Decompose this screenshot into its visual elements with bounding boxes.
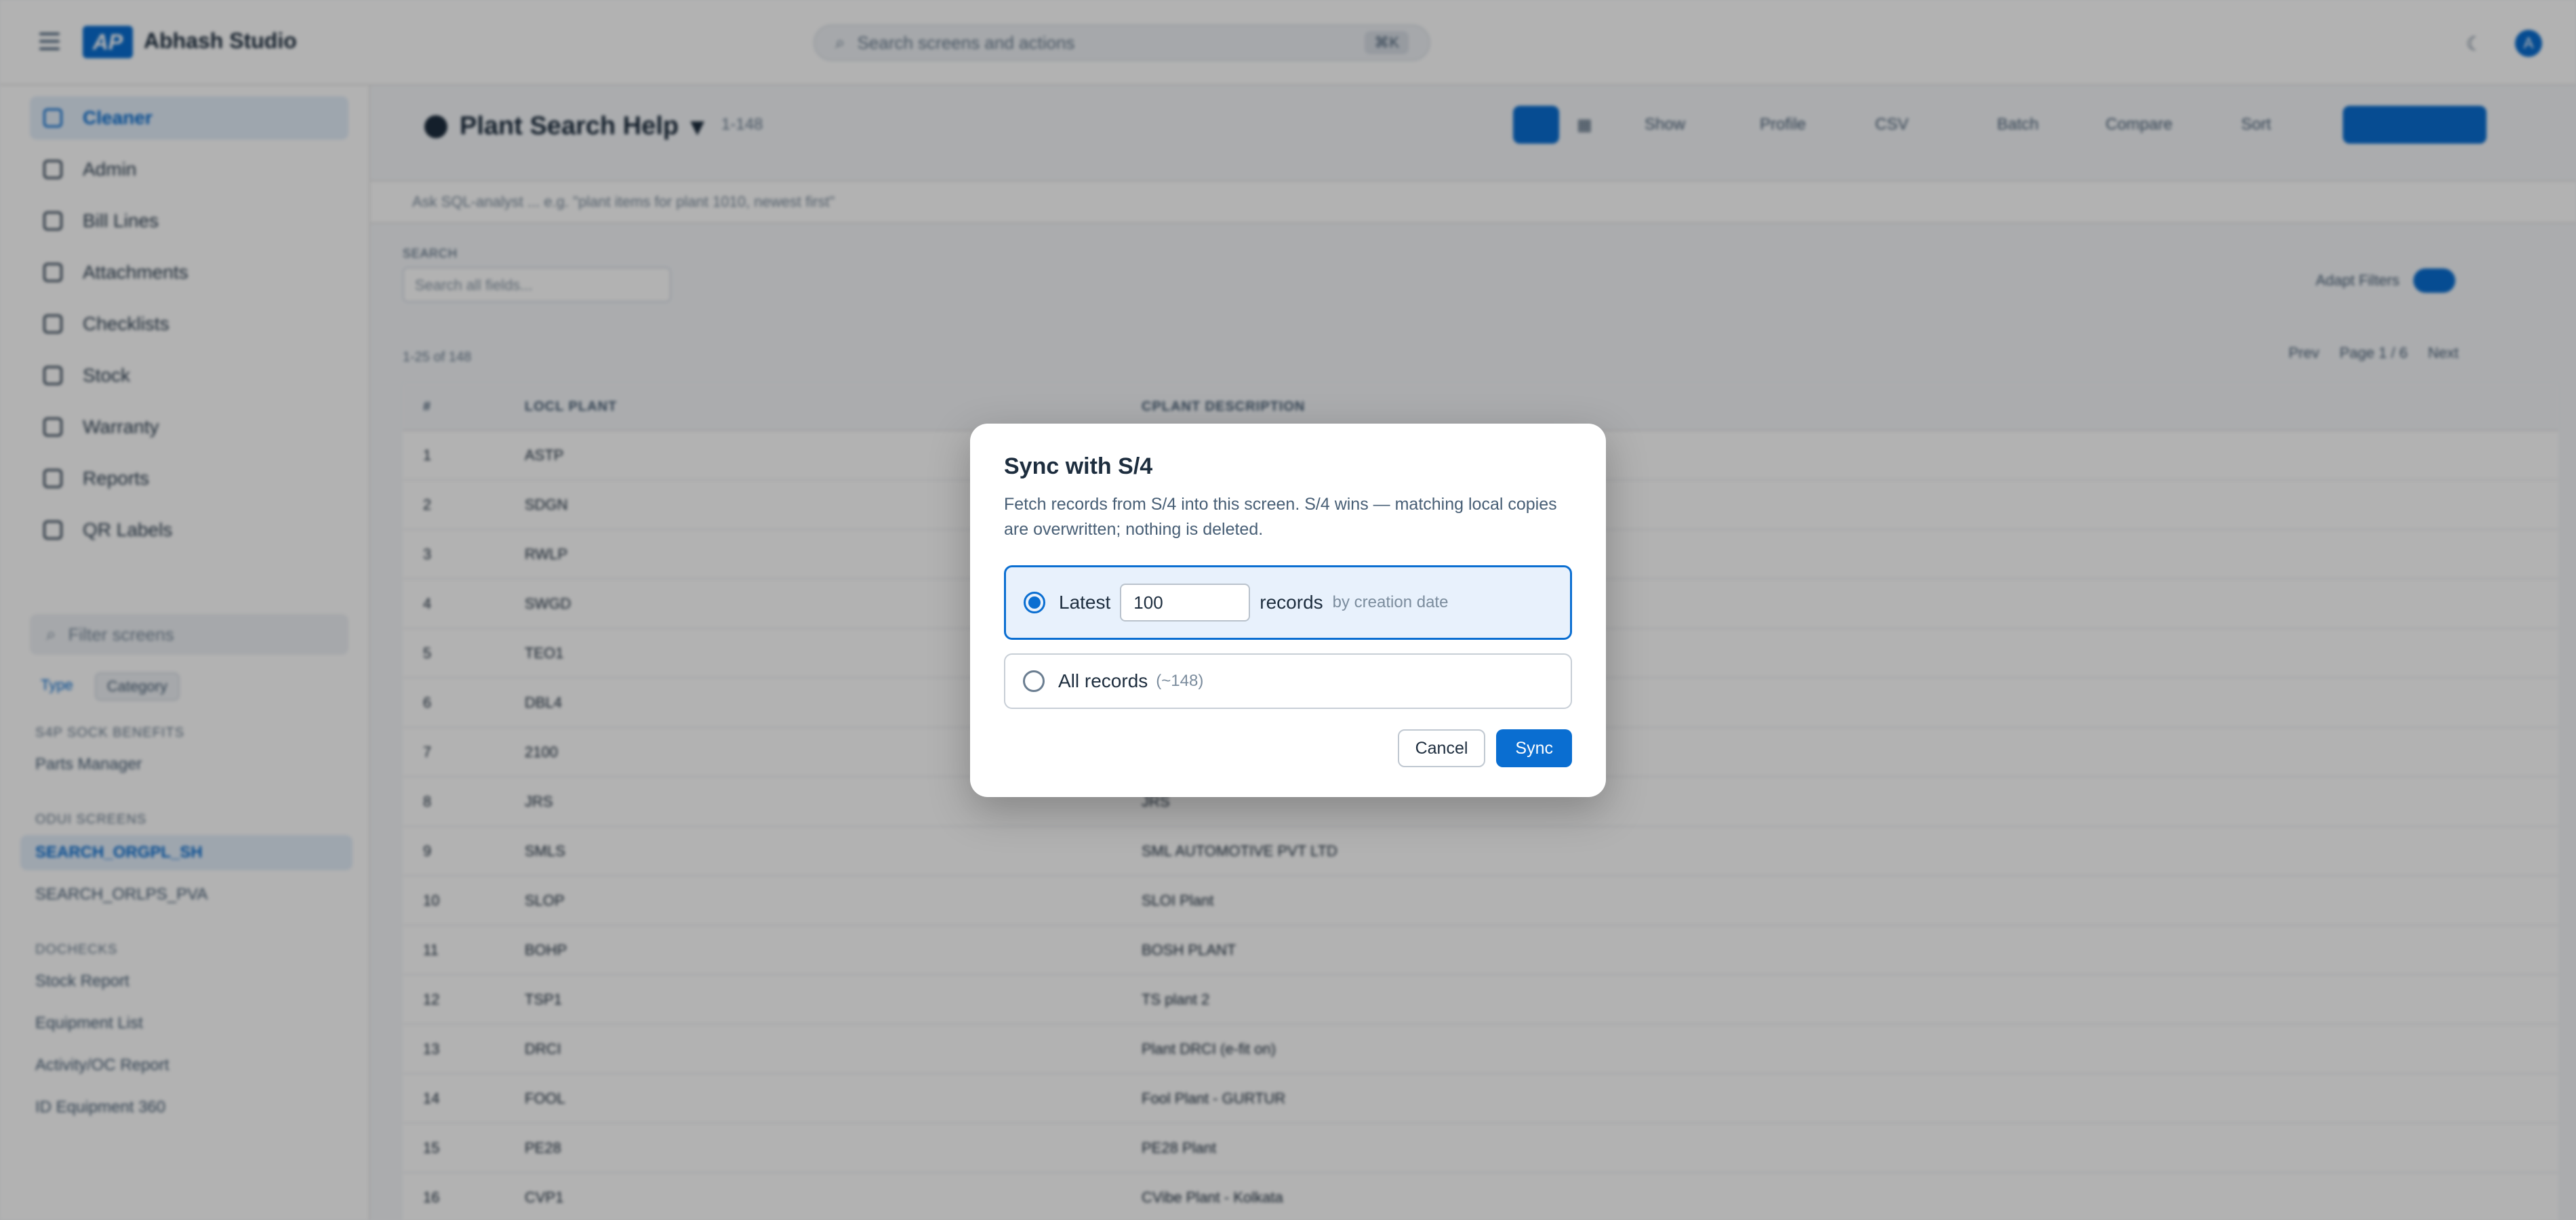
option-all-label: All records	[1058, 670, 1148, 691]
sync-button[interactable]: Sync	[1496, 729, 1572, 767]
option-latest[interactable]: Latest records by creation date	[1004, 565, 1572, 640]
option-all-hint: (~148)	[1156, 672, 1204, 690]
option-all-records[interactable]: All records (~148)	[1004, 653, 1572, 709]
dialog-actions: Cancel Sync	[1397, 729, 1572, 767]
radio-all-records[interactable]	[1023, 670, 1045, 692]
option-latest-hint: by creation date	[1332, 593, 1449, 611]
dialog-title: Sync with S/4	[1004, 453, 1153, 479]
dialog-description: Fetch records from S/4 into this screen.…	[1004, 495, 1557, 539]
option-latest-suffix: records	[1260, 592, 1323, 613]
sync-dialog: Sync with S/4 Fetch records from S/4 int…	[970, 424, 1606, 797]
latest-count-input[interactable]	[1120, 584, 1251, 622]
radio-latest[interactable]	[1024, 592, 1045, 613]
option-latest-label: Latest	[1059, 592, 1111, 613]
cancel-button[interactable]: Cancel	[1397, 729, 1486, 767]
